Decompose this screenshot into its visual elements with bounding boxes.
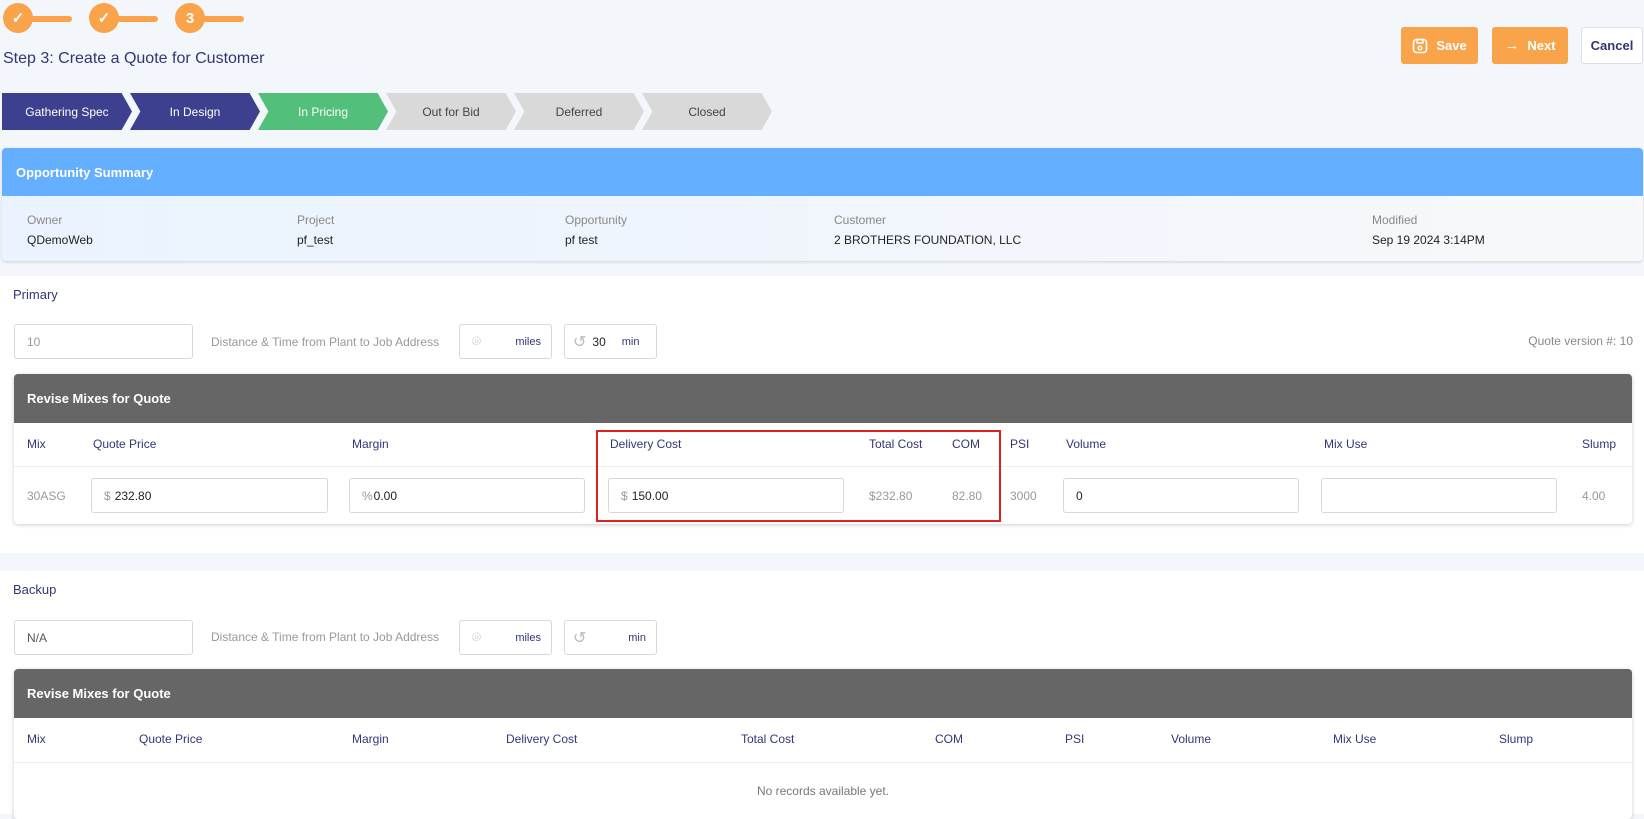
page-title: Step 3: Create a Quote for Customer [3,50,265,67]
step-connector [30,16,72,22]
empty-state: No records available yet. [756,784,890,798]
time-unit: min [621,335,640,348]
history-icon: ↺ [573,333,587,351]
volume-input[interactable]: 0 [1063,478,1299,513]
miles-unit: miles [515,335,541,348]
cancel-button[interactable]: Cancel [1581,27,1643,64]
opportunity-summary-panel: Opportunity Summary Owner QDemoWeb Proje… [2,148,1643,261]
margin-value: 0.00 [373,488,398,503]
miles-unit: miles [515,631,541,644]
project-label: Project [297,213,335,227]
psi-cell: 3000 [1010,489,1037,503]
col-mix: Mix [27,437,46,451]
modified-value: Sep 19 2024 3:14PM [1372,233,1485,247]
quote-price-input[interactable]: $232.80 [91,478,328,513]
customer-label: Customer [834,213,887,227]
next-button[interactable]: → Next [1492,27,1568,64]
stage-out-for-bid[interactable]: Out for Bid [386,93,516,130]
col-volume: Volume [1171,732,1212,746]
slump-cell: 4.00 [1582,489,1606,503]
step-2-check-icon[interactable]: ✓ [89,3,119,33]
col-delivery-cost: Delivery Cost [506,732,578,746]
mix-cell: 30ASG [27,489,66,503]
col-total-cost: Total Cost [741,732,795,746]
percent-prefix: % [362,488,373,503]
save-label: Save [1436,38,1467,53]
primary-table-title: Revise Mixes for Quote [14,374,1632,423]
quote-version: Quote version #: 10 [1528,334,1633,348]
highlight-box [596,430,1001,522]
col-psi: PSI [1010,437,1030,451]
col-mix-use: Mix Use [1324,437,1368,451]
mix-use-input[interactable] [1321,478,1557,513]
next-label: Next [1527,38,1556,53]
col-mix: Mix [27,732,46,746]
backup-title: Backup [13,582,57,597]
opportunity-value: pf test [565,233,598,247]
opportunity-label: Opportunity [565,213,628,227]
location-pin-icon: ⌾ [472,629,482,646]
margin-input[interactable]: % 0.00 [349,478,585,513]
col-quote-price: Quote Price [139,732,203,746]
col-slump: Slump [1582,437,1617,451]
col-slump: Slump [1499,732,1534,746]
history-icon: ↺ [573,629,587,647]
dollar-prefix: $ [104,488,111,503]
project-value: pf_test [297,233,334,247]
backup-time-input[interactable]: ↺ min [564,620,657,655]
quote-price-value: 232.80 [114,488,152,503]
primary-miles-input[interactable]: ⌾ miles [459,324,552,359]
col-psi: PSI [1065,732,1085,746]
col-volume: Volume [1066,437,1107,451]
primary-plant-input[interactable]: 10 [14,324,193,359]
primary-time-input[interactable]: ↺ 30 min [564,324,657,359]
arrow-right-icon: → [1504,37,1520,54]
save-button[interactable]: Save [1401,27,1478,64]
owner-label: Owner [27,213,63,227]
col-margin: Margin [352,437,389,451]
primary-distance-label: Distance & Time from Plant to Job Addres… [211,335,440,349]
col-margin: Margin [352,732,389,746]
time-unit: min [628,631,646,644]
backup-distance-label: Distance & Time from Plant to Job Addres… [211,630,440,644]
stage-closed[interactable]: Closed [642,93,772,130]
backup-table-title: Revise Mixes for Quote [14,669,1632,718]
owner-value: QDemoWeb [27,233,93,247]
backup-plant-input[interactable]: N/A [14,620,193,655]
step-3-current[interactable]: 3 [175,3,205,33]
col-quote-price: Quote Price [93,437,157,451]
step-connector [116,16,158,22]
summary-title: Opportunity Summary [2,148,1643,196]
modified-label: Modified [1372,213,1418,227]
stage-deferred[interactable]: Deferred [514,93,644,130]
save-icon [1413,38,1428,53]
stage-in-pricing[interactable]: In Pricing [258,93,388,130]
col-com: COM [935,732,963,746]
customer-value: 2 BROTHERS FOUNDATION, LLC [834,233,1022,247]
step-1-check-icon[interactable]: ✓ [3,3,33,33]
backup-miles-input[interactable]: ⌾ miles [459,620,552,655]
location-pin-icon: ⌾ [472,333,482,350]
stage-in-design[interactable]: In Design [130,93,260,130]
col-mix-use: Mix Use [1333,732,1377,746]
divider [14,762,1632,763]
primary-title: Primary [13,287,58,302]
time-value: 30 [592,334,606,349]
step-connector [202,16,244,22]
stage-gathering-spec[interactable]: Gathering Spec [2,93,132,130]
